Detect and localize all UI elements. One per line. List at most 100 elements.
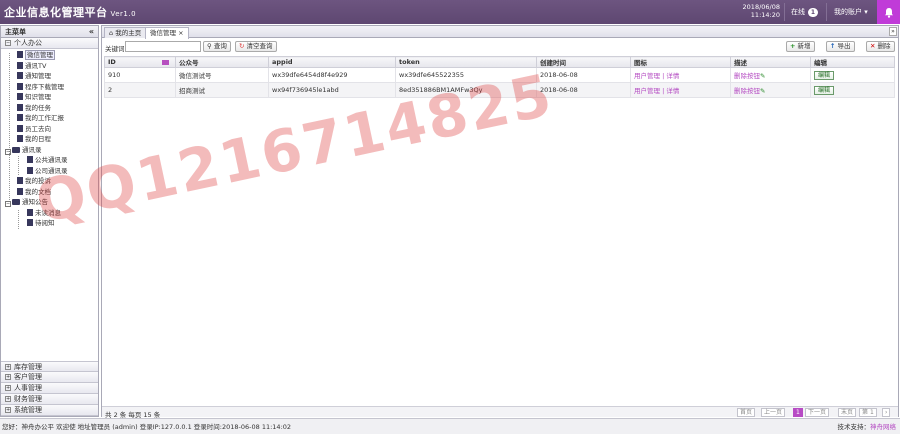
tech-support: 技术支持：神舟网络 [837,423,897,431]
cell-appid: wx39dfe6454d8f4e929 [268,67,396,83]
column-header-created[interactable]: 创建时间 [536,56,631,68]
goto-page-input[interactable]: 第 1 [859,408,877,417]
tab-wechat-manage[interactable]: 微信管理 × [145,27,189,39]
main-panel: ⌂ 我的主页 微信管理 × » 关键词: ⚲ 查询 ↻ 清空查询 + 新增 ↑ … [101,25,899,419]
column-header-token[interactable]: token [395,56,537,68]
document-icon [17,83,23,90]
add-button[interactable]: + 新增 [786,41,815,52]
tab-bar: ⌂ 我的主页 微信管理 × » [102,26,898,39]
last-page-button[interactable]: 末页 [838,408,857,417]
goto-page-button[interactable]: › [882,408,891,417]
sidebar-item-work-report[interactable]: 我的工作汇报 [17,113,64,123]
table-row[interactable]: 2 招商测试 wx94f736945le1abd 8ed351886BM1AMF… [104,82,895,98]
expand-icon: + [5,407,11,413]
reset-search-button[interactable]: ↻ 清空查询 [235,41,277,52]
chevron-down-icon: » [891,28,895,35]
sidebar-item-notice-manage[interactable]: 通知管理 [17,71,51,81]
cell-id: 2 [104,82,176,98]
header-date: 2018/06/08 [742,3,780,11]
pagination-bar: 共 2 条 每页 15 条 首页 上一页 1 下一页 末页 第 1 › [102,406,898,419]
edit-button[interactable]: 编辑 [814,85,835,95]
sidebar-item-to-read[interactable]: 待阅知 [27,218,55,228]
sidebar-item-company-contacts[interactable]: 公司通讯录 [27,166,68,176]
close-icon[interactable]: × [178,29,183,37]
column-header-name[interactable]: 公众号 [175,56,269,68]
sidebar-item-tv[interactable]: 通讯TV [17,61,46,71]
export-button[interactable]: ↑ 导出 [826,41,855,52]
sidebar-item-tasks[interactable]: 我的任务 [17,103,51,113]
next-page-button[interactable]: 下一页 [805,408,830,417]
notification-button[interactable] [877,0,900,24]
current-page[interactable]: 1 [793,408,803,417]
document-icon [17,104,23,111]
header-divider [784,3,785,21]
collapse-sidebar-icon[interactable]: « [89,26,94,38]
collapse-icon: − [5,149,11,155]
sidebar-item-unread[interactable]: 未读消息 [27,208,61,218]
tab-menu-button[interactable]: » [889,27,897,36]
header-time: 11:14:20 [750,11,780,19]
sidebar-folder-announcements[interactable]: − 通知公告 [5,197,48,207]
prev-page-button[interactable]: 上一页 [761,408,786,417]
search-icon: ⚲ [207,42,212,50]
column-header-icon[interactable]: 图标 [630,56,731,68]
sidebar-item-knowledge[interactable]: 知识管理 [17,92,51,102]
sidebar-folder-contacts[interactable]: − 通讯录 [5,145,42,155]
up-arrow-icon: ↑ [830,42,836,50]
user-manage-link[interactable]: 用户管理 | 详情 [634,87,679,95]
sidebar-item-wechat[interactable]: 微信管理 [17,50,55,60]
sidebar-item-schedule[interactable]: 我的日程 [17,134,51,144]
sidebar-section-inventory[interactable]: + 库存管理 [1,361,98,372]
pencil-icon[interactable]: ✎ [760,72,765,80]
top-header: 企业信息化管理平台 Ver1.0 2018/06/08 11:14:20 在线 1… [0,0,900,24]
column-header-appid[interactable]: appid [268,56,396,68]
cell-token: 8ed351886BM1AMFw3Qy [395,82,537,98]
sidebar-item-staff-whereabouts[interactable]: 员工去向 [17,124,51,134]
cell-name: 招商测试 [175,82,269,98]
document-icon [27,167,33,174]
sidebar-title: 主菜单 [5,28,26,36]
column-header-edit[interactable]: 编辑 [810,56,895,68]
cell-desc: 删除按钮✎ [730,67,811,83]
pencil-icon[interactable]: ✎ [760,87,765,95]
keyword-input[interactable] [125,41,201,52]
cell-edit: 编辑 [810,67,895,83]
online-users-button[interactable]: 在线 1 [791,7,818,17]
search-button[interactable]: ⚲ 查询 [203,41,231,52]
delete-row-link[interactable]: 删除按钮 [734,87,760,95]
my-account-menu[interactable]: 我的账户 ▾ [834,7,868,17]
collapse-icon: − [5,201,11,207]
app-title: 企业信息化管理平台 [4,6,108,19]
expand-icon: + [5,364,11,370]
delete-button[interactable]: ✕ 删除 [866,41,895,52]
cell-created: 2018-06-08 [536,67,631,83]
select-all-icon[interactable] [162,60,169,65]
expand-icon: + [5,396,11,402]
sidebar-item-download[interactable]: 程序下载管理 [17,82,64,92]
sidebar-section-hr[interactable]: + 人事管理 [1,383,98,394]
sidebar-item-complaints[interactable]: 我的投诉 [17,176,51,186]
first-page-button[interactable]: 首页 [737,408,756,417]
sidebar-section-customers[interactable]: + 客户管理 [1,372,98,383]
sidebar-section-personal-office[interactable]: − 个人办公 [1,38,98,49]
column-header-desc[interactable]: 描述 [730,56,811,68]
expand-icon: + [5,374,11,380]
status-bar: 您好：神舟办公平 欢迎使 地址管理员 (admin) 登录IP:127.0.0.… [0,418,900,434]
edit-button[interactable]: 编辑 [814,70,835,80]
tab-home[interactable]: ⌂ 我的主页 [104,27,147,38]
cell-created: 2018-06-08 [536,82,631,98]
delete-row-link[interactable]: 删除按钮 [734,72,760,80]
table-row[interactable]: 910 微信测试号 wx39dfe6454d8f4e929 wx39dfe645… [104,67,895,83]
document-icon [17,72,23,79]
cell-edit: 编辑 [810,82,895,98]
sidebar-section-finance[interactable]: + 财务管理 [1,394,98,405]
sidebar-section-system[interactable]: + 系统管理 [1,405,98,416]
sidebar-item-public-contacts[interactable]: 公共通讯录 [27,155,68,165]
keyword-label: 关键词: [105,45,127,53]
folder-open-icon [12,147,20,153]
column-header-id[interactable]: ID [104,56,176,68]
close-icon: ✕ [870,42,876,50]
sidebar-item-documents[interactable]: 我的文档 [17,187,51,197]
user-manage-link[interactable]: 用户管理 | 详情 [634,72,679,80]
tech-support-link[interactable]: 神舟网络 [870,423,896,431]
